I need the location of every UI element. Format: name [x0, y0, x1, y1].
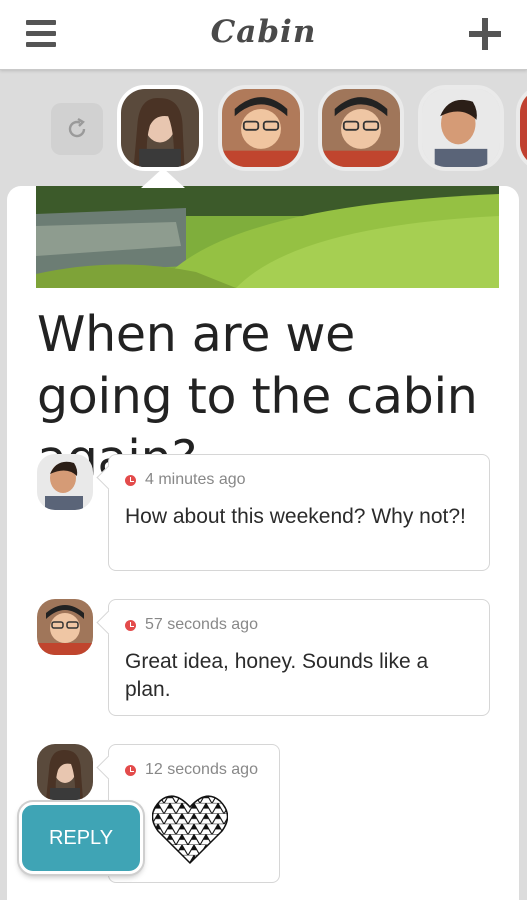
comment-bubble: 4 minutes ago How about this weekend? Wh…: [108, 454, 490, 571]
selection-pointer: [141, 168, 185, 188]
refresh-icon: [68, 117, 86, 138]
comment-timestamp: 4 minutes ago: [125, 471, 246, 489]
avatar: [37, 744, 93, 800]
person-avatar-1[interactable]: [117, 85, 203, 171]
top-bar: Cabin: [0, 0, 527, 70]
clock-icon: [125, 764, 136, 776]
app-logo: Cabin: [210, 14, 317, 50]
person-avatar-3[interactable]: [318, 85, 404, 171]
person-avatar-4[interactable]: [418, 85, 504, 171]
reply-button[interactable]: REPLY: [19, 802, 143, 874]
comment-bubble: 57 seconds ago Great idea, honey. Sounds…: [108, 599, 490, 716]
person-avatar-5[interactable]: [516, 85, 527, 171]
comment-timestamp: 12 seconds ago: [125, 761, 258, 779]
comment-timestamp: 57 seconds ago: [125, 616, 258, 634]
post-card: When are we going to the cabin again? 4 …: [7, 186, 519, 900]
comment-text: How about this weekend? Why not?!: [125, 505, 466, 528]
people-strip: [0, 70, 527, 188]
comment-text: Great idea, honey. Sounds like a plan.: [125, 650, 429, 701]
clock-icon: [125, 474, 136, 486]
avatar: [37, 454, 93, 510]
heart-icon: [152, 795, 228, 865]
refresh-button[interactable]: [51, 103, 103, 155]
add-post-icon[interactable]: [469, 18, 501, 50]
avatar: [37, 599, 93, 655]
clock-icon: [125, 619, 136, 631]
person-avatar-2[interactable]: [218, 85, 304, 171]
cabin-photo: [36, 186, 499, 288]
